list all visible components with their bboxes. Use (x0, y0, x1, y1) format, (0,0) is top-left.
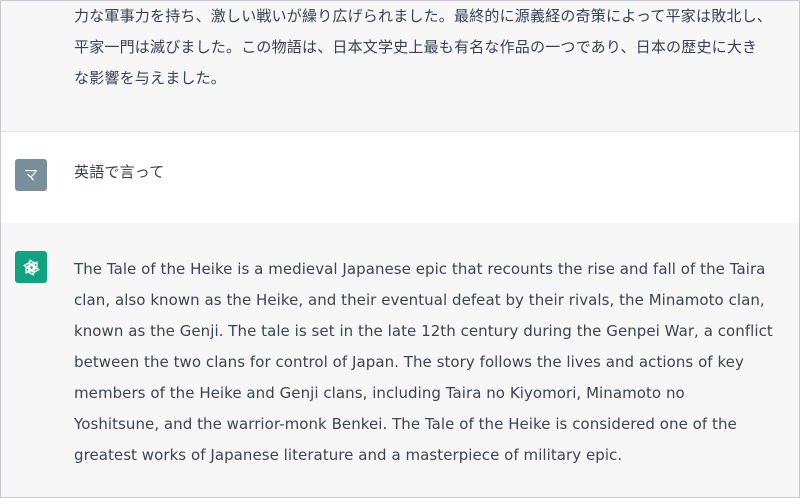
assistant-message: The Tale of the Heike is a medieval Japa… (1, 223, 799, 497)
message-line: members of the Heike and Genji clans, in… (74, 384, 685, 402)
assistant-avatar (15, 251, 47, 283)
message-line: The Tale of the Heike is a medieval Japa… (74, 260, 766, 278)
message-line: 力な軍事力を持ち、激しい戦いが繰り広げられました。最終的に源義経の奇策によって平… (74, 7, 773, 25)
user-avatar-initial: マ (24, 168, 38, 184)
message-text: 英語で言って (74, 163, 165, 181)
assistant-message-previous: 力な軍事力を持ち、激しい戦いが繰り広げられました。最終的に源義経の奇策によって平… (1, 1, 799, 132)
chat-window: 力な軍事力を持ち、激しい戦いが繰り広げられました。最終的に源義経の奇策によって平… (0, 0, 800, 498)
openai-logo-icon (22, 258, 40, 276)
user-message: マ 英語で言って (1, 131, 799, 224)
message-line: Yoshitsune, and the warrior-monk Benkei.… (74, 415, 737, 433)
message-text: The Tale of the Heike is a medieval Japa… (74, 254, 786, 471)
message-line: 平家一門は滅びました。この物語は、日本文学史上最も有名な作品の一つであり、日本の… (74, 38, 758, 56)
message-line: between the two clans for control of Jap… (74, 353, 744, 371)
message-text: 力な軍事力を持ち、激しい戦いが繰り広げられました。最終的に源義経の奇策によって平… (74, 1, 786, 94)
user-avatar: マ (15, 159, 47, 191)
message-line: clan, also known as the Heike, and their… (74, 291, 765, 309)
message-line: greatest works of Japanese literature an… (74, 446, 623, 464)
message-line: な影響を与えました。 (74, 69, 227, 87)
message-line: known as the Genji. The tale is set in t… (74, 322, 773, 340)
